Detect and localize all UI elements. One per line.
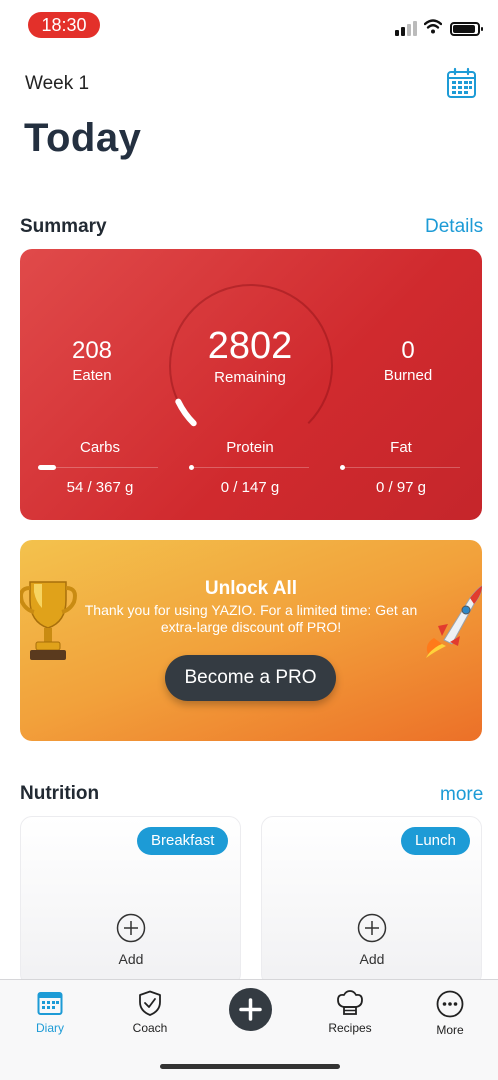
add-entry-button[interactable] <box>229 988 272 1031</box>
cellular-signal-icon <box>395 20 419 36</box>
macro-fat: Fat <box>341 439 461 456</box>
battery-icon <box>450 22 483 36</box>
tab-coach[interactable]: Coach <box>110 990 190 1035</box>
remaining-label: Remaining <box>214 369 286 386</box>
week-label: Week 1 <box>25 73 90 94</box>
tab-label: Diary <box>35 1021 64 1035</box>
promo-text: Thank you for using YAZIO. For a limited… <box>84 602 418 635</box>
chef-hat-icon <box>337 990 363 1015</box>
shield-check-icon <box>139 990 161 1016</box>
macro-fat-value-wrap: 0 / 97 g <box>341 479 461 496</box>
tab-label: Coach <box>132 1021 168 1035</box>
protein-progress-fill <box>189 465 194 470</box>
add-label[interactable]: Add <box>342 951 402 967</box>
tab-more[interactable]: More <box>410 990 490 1037</box>
meal-card-breakfast[interactable]: Breakfast Add <box>20 816 241 986</box>
status-bar: 18:30 <box>0 0 498 52</box>
tab-recipes[interactable]: Recipes <box>310 990 390 1035</box>
macro-carbs: Carbs <box>40 439 160 456</box>
eaten-stat: 208 Eaten <box>52 337 132 384</box>
become-pro-button[interactable]: Become a PRO <box>165 655 336 701</box>
meal-card-lunch[interactable]: Lunch Add <box>261 816 482 986</box>
tab-label: Recipes <box>328 1021 372 1035</box>
summary-section-title: Summary <box>20 216 107 237</box>
macro-protein: Protein <box>190 439 310 456</box>
summary-details-link[interactable]: Details <box>425 216 483 238</box>
burned-stat: 0 Burned <box>368 337 448 384</box>
nutrition-more-link[interactable]: more <box>440 784 483 806</box>
fat-progress-track <box>340 467 460 468</box>
meal-badge: Lunch <box>401 827 470 855</box>
burned-value: 0 <box>401 337 415 364</box>
macro-value: 54 / 367 g <box>66 479 134 496</box>
promo-title: Unlock All <box>204 578 298 599</box>
add-label[interactable]: Add <box>101 951 161 967</box>
calendar-icon <box>37 992 63 1015</box>
nutrition-section-title: Nutrition <box>20 783 100 804</box>
macro-value: 0 / 97 g <box>375 479 427 496</box>
remaining-stat: 2802 Remaining <box>180 325 320 386</box>
tab-label: More <box>436 1023 464 1037</box>
rocket-icon <box>426 585 482 658</box>
macro-value: 0 / 147 g <box>220 479 280 496</box>
remaining-value: 2802 <box>207 325 293 367</box>
status-time: 18:30 <box>28 12 100 38</box>
macro-label: Carbs <box>79 439 120 456</box>
burned-label: Burned <box>383 367 433 384</box>
carbs-progress-track <box>38 467 158 468</box>
tab-diary[interactable]: Diary <box>10 990 90 1035</box>
fat-progress-fill <box>340 465 345 470</box>
home-indicator <box>160 1064 340 1069</box>
wifi-icon <box>424 19 442 34</box>
add-circle-icon[interactable] <box>116 913 146 943</box>
macro-carbs-value-wrap: 54 / 367 g <box>40 479 160 496</box>
meal-badge: Breakfast <box>137 827 229 855</box>
promo-card[interactable]: Unlock All Thank you for using YAZIO. Fo… <box>20 540 482 741</box>
carbs-progress-fill <box>38 465 56 470</box>
calendar-icon[interactable] <box>446 67 477 99</box>
summary-card[interactable]: 208 Eaten 2802 Remaining 0 Burned Carbs … <box>20 249 482 520</box>
page-title: Today <box>24 116 142 160</box>
eaten-value: 208 <box>71 337 113 364</box>
eaten-label: Eaten <box>72 367 112 384</box>
protein-progress-track <box>189 467 309 468</box>
macro-label: Protein <box>226 439 274 456</box>
macro-protein-value-wrap: 0 / 147 g <box>190 479 310 496</box>
plus-icon <box>239 998 262 1021</box>
add-circle-icon[interactable] <box>357 913 387 943</box>
macro-label: Fat <box>390 439 412 456</box>
more-dots-icon <box>436 990 464 1018</box>
